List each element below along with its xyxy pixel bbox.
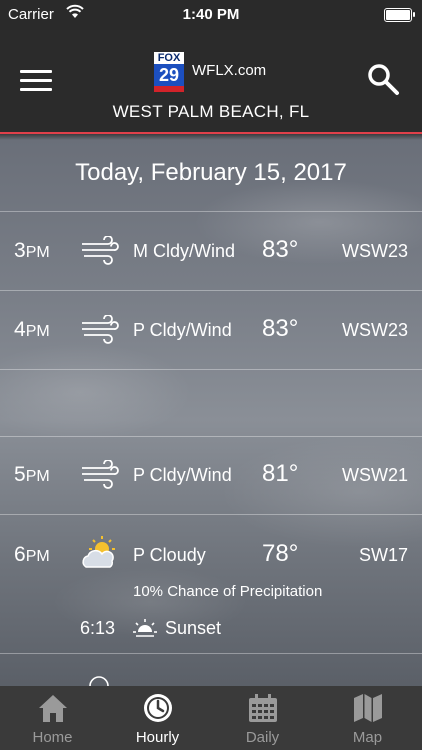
fox29-logo: FOX 29 — [154, 52, 184, 92]
wind-label: WSW23 — [341, 320, 408, 340]
wind-label: SW17 — [358, 545, 408, 565]
temperature: 81° — [262, 460, 299, 487]
hour-row[interactable]: 5PM P Cldy/Wind 81° WSW21 — [0, 437, 422, 515]
site-name: WFLX.com — [192, 62, 267, 79]
hour-ampm: PM — [25, 548, 50, 565]
sunset-time: 6:13 — [80, 618, 116, 638]
wind-icon — [82, 315, 119, 344]
clock-icon — [144, 694, 172, 722]
battery-icon — [384, 8, 415, 22]
condition-label: P Cldy/Wind — [133, 465, 232, 485]
hour-ampm: PM — [25, 323, 50, 340]
hour-value: 4 — [14, 318, 26, 341]
hour-row-partial[interactable] — [0, 654, 422, 686]
tab-bar: Home Hourly Daily Map — [0, 686, 422, 750]
tab-home[interactable]: Home — [0, 686, 105, 750]
wind-icon — [82, 236, 119, 265]
hour-row[interactable]: 4PM P Cldy/Wind 83° WSW23 — [0, 291, 422, 370]
hour-ampm: PM — [25, 468, 50, 485]
sunset-label: Sunset — [165, 618, 222, 638]
temperature: 83° — [262, 236, 299, 263]
location-label: WEST PALM BEACH, FL — [112, 102, 310, 121]
hour-value: 5 — [14, 463, 26, 486]
wind-icon — [82, 460, 119, 489]
status-time: 1:40 PM — [182, 6, 240, 23]
map-icon — [354, 694, 382, 722]
tab-label: Home — [32, 729, 73, 746]
hour-ampm: PM — [25, 244, 50, 261]
partly-cloudy-icon — [82, 536, 115, 568]
tab-label: Map — [352, 729, 383, 746]
condition-label: P Cldy/Wind — [133, 320, 232, 340]
menu-button[interactable] — [20, 68, 54, 94]
hour-value: 6 — [14, 543, 26, 566]
tab-label: Daily — [245, 729, 280, 746]
temperature: 78° — [262, 540, 299, 567]
calendar-icon — [249, 694, 277, 722]
condition-label: P Cloudy — [133, 545, 206, 565]
wind-label: WSW23 — [341, 241, 408, 261]
app-header: FOX 29 WFLX.com WEST PALM BEACH, FL — [0, 30, 422, 134]
tab-hourly[interactable]: Hourly — [105, 686, 210, 750]
search-icon[interactable] — [366, 62, 400, 96]
status-bar: Carrier 1:40 PM — [0, 0, 422, 30]
tab-map[interactable]: Map — [315, 686, 420, 750]
temperature: 83° — [262, 315, 299, 342]
hour-row[interactable]: 6PM P Cloudy 78° SW17 10% Chance of Prec… — [0, 515, 422, 654]
date-row: Today, February 15, 2017 — [0, 134, 422, 212]
date-label: Today, February 15, 2017 — [75, 159, 347, 186]
condition-label: M Cldy/Wind — [133, 241, 236, 261]
tab-label: Hourly — [135, 729, 180, 746]
hour-row[interactable]: 3PM M Cldy/Wind 83° WSW23 — [0, 212, 422, 291]
spacer-row — [0, 370, 422, 437]
precipitation-label: 10% Chance of Precipitation — [133, 583, 323, 600]
wind-label: WSW21 — [341, 465, 408, 485]
home-icon — [39, 695, 67, 722]
tab-daily[interactable]: Daily — [210, 686, 315, 750]
sunset-icon — [133, 619, 157, 637]
partly-cloudy-icon — [89, 676, 109, 686]
hour-value: 3 — [14, 239, 26, 262]
